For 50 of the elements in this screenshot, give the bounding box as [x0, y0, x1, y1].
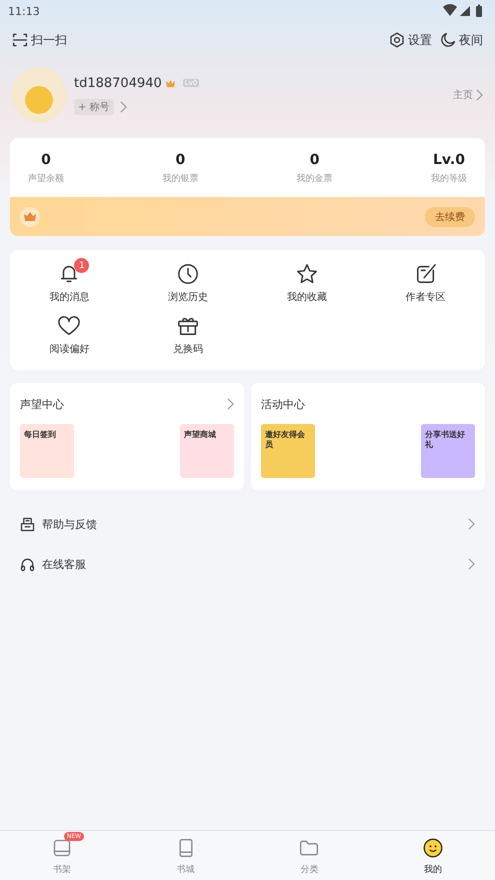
chevron-icon	[468, 558, 475, 570]
stat-value: 0	[175, 152, 186, 168]
shortcut-item[interactable]: 兑换码	[169, 314, 208, 356]
shortcut-item[interactable]: 作者专区	[402, 262, 450, 304]
stat-value: 0	[41, 152, 51, 168]
username: td188704940	[74, 76, 162, 90]
stat-label: 我的金票	[296, 172, 333, 185]
stat-value: 0	[310, 152, 320, 168]
promo-tile[interactable]: 声望商城	[180, 424, 234, 478]
promo-tile[interactable]: 邀好友得会员	[261, 424, 315, 478]
smiley-icon	[423, 838, 444, 858]
chevron-icon	[476, 89, 483, 101]
scan-button[interactable]: 扫一扫	[12, 32, 67, 48]
chevron-icon	[120, 100, 127, 112]
folder-icon	[299, 838, 320, 858]
tab[interactable]: 我的	[403, 836, 464, 876]
shortcut-item[interactable]: 浏览历史	[164, 262, 212, 304]
promo-tile[interactable]: 分享书送好礼	[421, 424, 475, 478]
clock-icon	[177, 263, 200, 285]
stat-label: 我的等级	[430, 172, 467, 185]
feedback-icon	[20, 516, 35, 532]
shelf-icon	[52, 838, 72, 858]
avatar[interactable]	[12, 68, 66, 122]
stat-value: Lv.0	[433, 152, 465, 168]
notification-badge: 1	[74, 258, 90, 273]
chevron-icon	[468, 518, 475, 530]
crown-icon	[20, 206, 40, 226]
heart-icon	[57, 315, 82, 337]
settings-icon	[389, 32, 405, 48]
center-title: 活动中心	[261, 396, 305, 412]
pen-icon	[414, 263, 437, 285]
gift-icon	[177, 315, 200, 337]
promo-tile[interactable]: 每日签到	[20, 424, 74, 478]
shortcut-item[interactable]: 阅读偏好	[45, 314, 94, 356]
menu-item[interactable]: 在线客服	[0, 544, 495, 584]
stat-label: 声望余额	[28, 172, 64, 185]
star-icon	[296, 263, 318, 285]
center-title: 声望中心	[20, 396, 64, 412]
renew-button[interactable]: 去续费	[425, 206, 475, 226]
moon-icon	[440, 32, 456, 48]
stat-label: 我的银票	[162, 172, 198, 185]
menu-item[interactable]: 帮助与反馈	[0, 504, 495, 544]
settings-button[interactable]: 设置	[389, 32, 432, 48]
crown-icon	[164, 78, 176, 88]
status-time: 11:13	[8, 4, 40, 18]
headset-icon	[20, 556, 35, 572]
night-mode-button[interactable]: 夜间	[440, 32, 483, 48]
shortcut-item[interactable]: 我的收藏	[282, 262, 331, 304]
tab[interactable]: 书城	[156, 836, 216, 876]
scan-icon	[12, 32, 28, 48]
